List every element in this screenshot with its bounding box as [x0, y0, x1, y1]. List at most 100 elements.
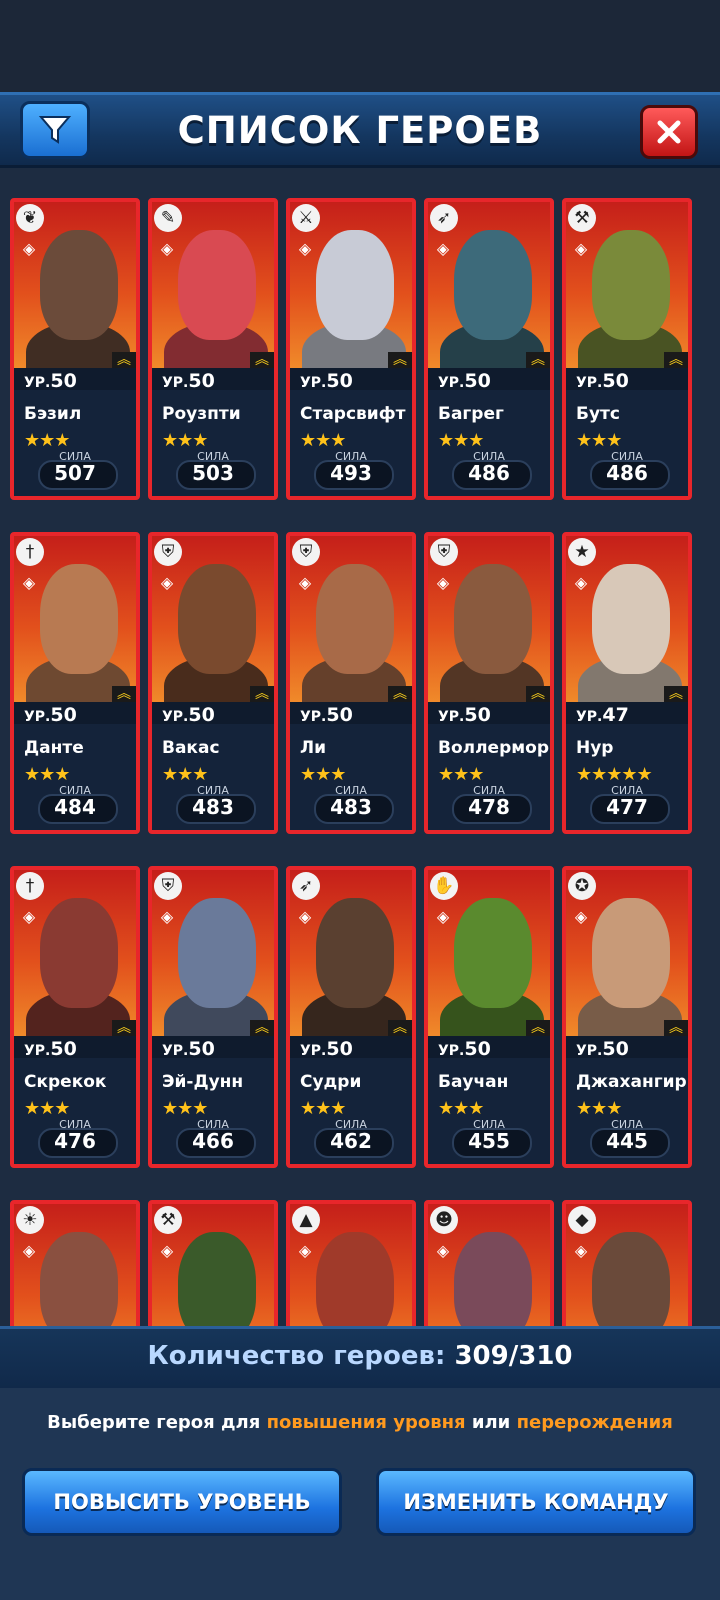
level-value: 50	[188, 704, 215, 726]
hero-power: 455	[468, 1129, 510, 1153]
hero-card[interactable]: ⛨◈︽︽УР.50Вакас★★★СИЛА483	[148, 532, 278, 834]
hero-name: Нур	[576, 738, 614, 758]
close-icon	[657, 120, 681, 144]
element-icon: ◈	[22, 239, 36, 258]
hero-card[interactable]: ⚒ ◈	[148, 1200, 278, 1326]
hero-level: УР.50	[300, 1038, 353, 1060]
hero-card[interactable]: ☀ ◈	[10, 1200, 140, 1326]
dagger-icon: †	[16, 872, 44, 900]
hero-card[interactable]: ✋◈︽︽УР.50Баучан★★★СИЛА455	[424, 866, 554, 1168]
level-value: 50	[50, 704, 77, 726]
hero-card[interactable]: ⛨◈︽︽УР.50Ли★★★СИЛА483	[286, 532, 416, 834]
level-value: 50	[602, 370, 629, 392]
element-icon: ◈	[436, 239, 450, 258]
level-prefix: УР.	[576, 1043, 603, 1059]
hero-card[interactable]: ➶◈︽︽УР.50Багрег★★★СИЛА486	[424, 198, 554, 500]
page-title: СПИСОК ГЕРОЕВ	[177, 109, 543, 152]
element-icon: ◈	[298, 907, 312, 926]
hero-card[interactable]: ◆ ◈	[562, 1200, 692, 1326]
hero-card[interactable]: ▲ ◈	[286, 1200, 416, 1326]
hero-card[interactable]: ☻ ◈	[424, 1200, 554, 1326]
hero-face	[316, 898, 394, 1008]
hero-power: 445	[606, 1129, 648, 1153]
hero-name: Бутс	[576, 404, 620, 424]
hero-stars: ★★★	[162, 764, 208, 785]
hero-card[interactable]: ✪◈︽︽УР.50Джахангир★★★СИЛА445	[562, 866, 692, 1168]
level-value: 50	[464, 1038, 491, 1060]
level-value: 50	[326, 1038, 353, 1060]
hero-name: Данте	[24, 738, 84, 758]
element-icon: ◈	[574, 239, 588, 258]
hero-power: 477	[606, 795, 648, 819]
hero-power: 484	[54, 795, 96, 819]
hero-level: УР.47	[576, 704, 629, 726]
dagger-icon: †	[16, 538, 44, 566]
hero-name: Старсвифт	[300, 404, 406, 424]
hero-card[interactable]: ★◈︽︽УР.47Нур★★★★★СИЛА477	[562, 532, 692, 834]
hero-level: УР.50	[438, 370, 491, 392]
element-icon: ◈	[436, 1241, 450, 1260]
hand-icon: ✋	[430, 872, 458, 900]
hero-stars: ★★★	[300, 430, 346, 451]
hero-card[interactable]: ✎◈︽︽УР.50Роузпти★★★СИЛА503	[148, 198, 278, 500]
hero-face	[316, 564, 394, 674]
close-button[interactable]	[640, 105, 698, 159]
hero-card[interactable]: ⚔◈︽︽УР.50Старсвифт★★★СИЛА493	[286, 198, 416, 500]
axe-icon: ⚒	[568, 204, 596, 232]
level-value: 50	[464, 370, 491, 392]
hero-stars: ★★★	[162, 430, 208, 451]
shield-icon: ⛨	[154, 872, 182, 900]
leaf-icon: ❦	[16, 204, 44, 232]
hero-level: УР.50	[24, 370, 77, 392]
hero-card[interactable]: †◈︽︽УР.50Данте★★★СИЛА484	[10, 532, 140, 834]
level-up-button[interactable]: ПОВЫСИТЬ УРОВЕНЬ	[22, 1468, 342, 1536]
hero-grid[interactable]: ❦◈︽︽УР.50Бэзил★★★СИЛА507✎◈︽︽УР.50Роузпти…	[0, 168, 720, 1326]
hero-card[interactable]: ⛨◈︽︽УР.50Воллерморк★★★СИЛА478	[424, 532, 554, 834]
hero-card[interactable]: ❦◈︽︽УР.50Бэзил★★★СИЛА507	[10, 198, 140, 500]
hero-stars: ★★★	[300, 1098, 346, 1119]
hero-name: Баучан	[438, 1072, 509, 1092]
hero-count: Количество героев: 309/310	[0, 1341, 720, 1371]
hero-power: 483	[330, 795, 372, 819]
hero-stars: ★★★	[438, 764, 484, 785]
hero-face	[178, 230, 256, 340]
hero-face	[178, 1232, 256, 1326]
hero-card[interactable]: ⚒◈︽︽УР.50Бутс★★★СИЛА486	[562, 198, 692, 500]
hero-face	[454, 1232, 532, 1326]
level-prefix: УР.	[300, 1043, 327, 1059]
level-value: 50	[326, 370, 353, 392]
hero-power: 503	[192, 461, 234, 485]
hero-level: УР.50	[162, 1038, 215, 1060]
hero-face	[592, 230, 670, 340]
hero-card[interactable]: †◈︽︽УР.50Скрекок★★★СИЛА476	[10, 866, 140, 1168]
hint-text: Выберите героя для повышения уровня или …	[0, 1412, 720, 1433]
hero-level: УР.50	[24, 1038, 77, 1060]
level-prefix: УР.	[24, 709, 51, 725]
hero-name: Багрег	[438, 404, 504, 424]
hero-face	[592, 1232, 670, 1326]
hero-card[interactable]: ➶◈︽︽УР.50Судри★★★СИЛА462	[286, 866, 416, 1168]
level-prefix: УР.	[576, 375, 603, 391]
element-icon: ◈	[298, 239, 312, 258]
hero-card[interactable]: ⛨◈︽︽УР.50Эй-Дунн★★★СИЛА466	[148, 866, 278, 1168]
level-value: 50	[188, 370, 215, 392]
hero-power: 466	[192, 1129, 234, 1153]
hero-face	[40, 564, 118, 674]
level-value: 50	[188, 1038, 215, 1060]
hero-face	[454, 898, 532, 1008]
level-prefix: УР.	[162, 375, 189, 391]
hero-name: Роузпти	[162, 404, 241, 424]
hint-part2: или	[471, 1412, 511, 1433]
hero-level: УР.50	[438, 1038, 491, 1060]
hero-name: Эй-Дунн	[162, 1072, 244, 1092]
element-icon: ◈	[160, 573, 174, 592]
hero-stars: ★★★	[24, 764, 70, 785]
change-team-button[interactable]: ИЗМЕНИТЬ КОМАНДУ	[376, 1468, 696, 1536]
level-prefix: УР.	[438, 1043, 465, 1059]
gem-icon: ◆	[568, 1206, 596, 1234]
star-2020-icon: ★	[568, 538, 596, 566]
level-value: 50	[464, 704, 491, 726]
hero-level: УР.50	[576, 370, 629, 392]
level-prefix: УР.	[24, 1043, 51, 1059]
hero-stars: ★★★	[576, 430, 622, 451]
